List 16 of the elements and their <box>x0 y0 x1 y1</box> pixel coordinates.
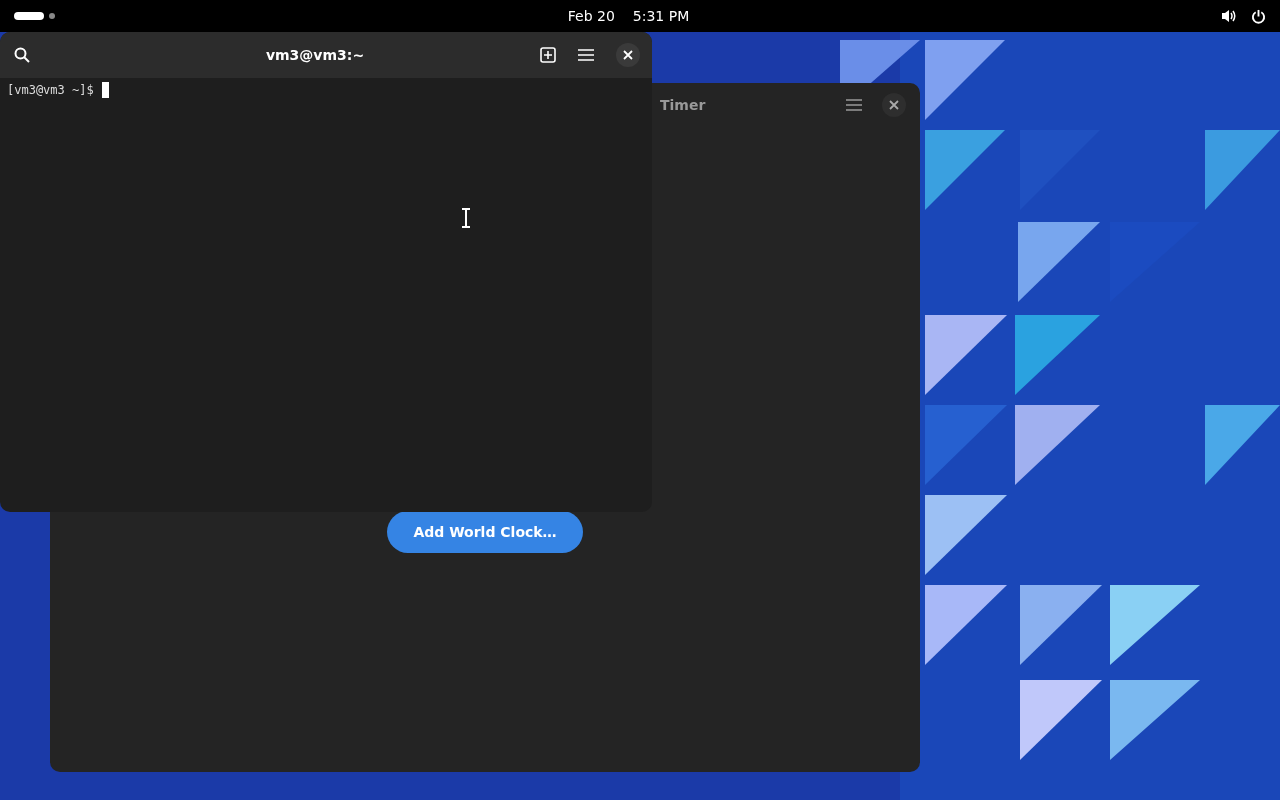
close-icon <box>889 100 899 110</box>
close-icon <box>623 50 633 60</box>
volume-icon[interactable] <box>1221 9 1237 23</box>
shell-prompt: [vm3@vm3 ~]$ <box>7 83 94 97</box>
close-button[interactable] <box>616 43 640 67</box>
search-icon[interactable] <box>14 47 30 63</box>
workspace-indicator-icon[interactable] <box>14 11 56 21</box>
power-icon[interactable] <box>1251 8 1266 24</box>
menu-icon[interactable] <box>846 99 862 111</box>
text-cursor-icon <box>461 208 471 228</box>
timer-tab[interactable]: Timer <box>660 97 826 113</box>
add-world-clock-button[interactable]: Add World Clock… <box>387 511 583 553</box>
text-cursor <box>101 82 109 98</box>
window-title: vm3@vm3:~ <box>264 47 366 63</box>
new-tab-icon[interactable] <box>540 47 556 63</box>
close-button[interactable] <box>882 93 906 117</box>
